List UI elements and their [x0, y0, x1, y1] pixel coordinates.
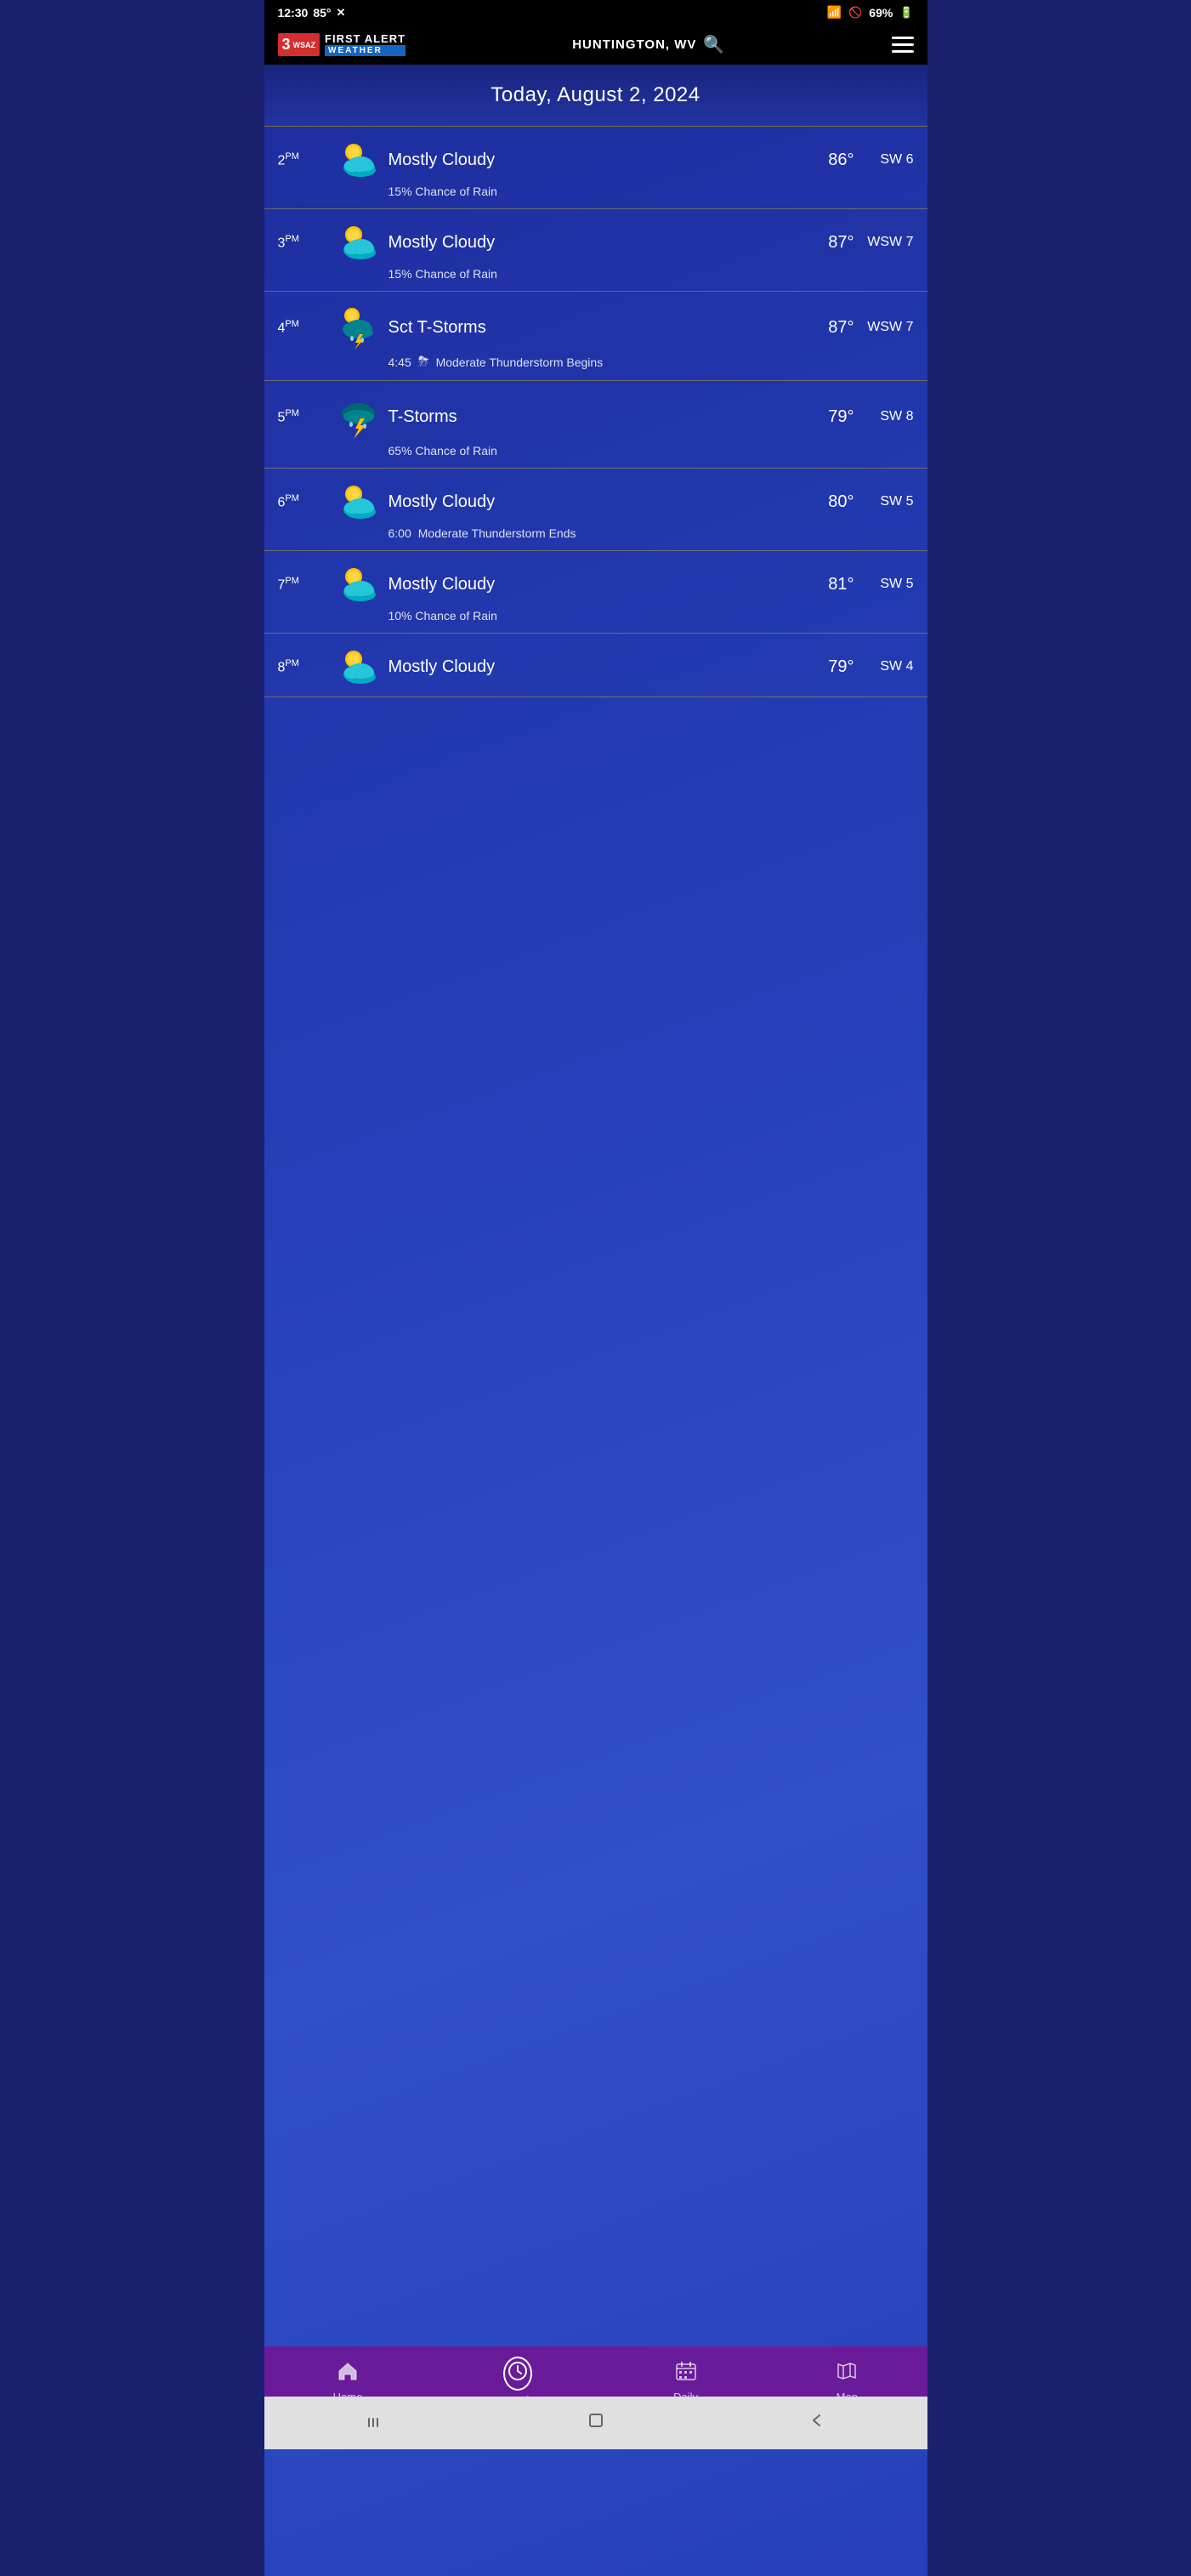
- menu-line-3: [892, 50, 914, 53]
- hourly-row-3pm: 3PM Mostly Cloudy 87° WSW 7 15% Chance o…: [264, 209, 927, 292]
- status-bar: 12:30 85° ✕ 📶 🚫 69% 🔋: [264, 0, 927, 25]
- event-icon-4pm: ⛈: [418, 355, 429, 370]
- hour-label-4pm: 4PM: [278, 319, 329, 336]
- wifi-icon: 📶: [827, 5, 842, 20]
- clock: 12:30: [278, 6, 309, 20]
- condition-6pm: Mostly Cloudy: [388, 492, 795, 512]
- status-left: 12:30 85° ✕: [278, 6, 346, 20]
- hourly-row-8pm: 8PM Mostly Cloudy 79° SW 4: [264, 634, 927, 697]
- temp-4pm: 87°: [795, 318, 854, 338]
- weather-icon-6pm: [329, 482, 388, 521]
- logo-container: 3 WSAZ FIRST ALERT WEATHER: [278, 33, 406, 56]
- location-text: HUNTINGTON, WV: [572, 37, 696, 52]
- hour-label-2pm: 2PM: [278, 151, 329, 168]
- clock-icon: [503, 2357, 532, 2391]
- weather-icon-2pm: [329, 140, 388, 179]
- wind-8pm: SW 4: [854, 659, 914, 674]
- wind-5pm: SW 8: [854, 409, 914, 424]
- hourly-row-4pm: 4PM Sct T-Storms: [264, 292, 927, 381]
- first-alert-text: FIRST ALERT: [325, 33, 406, 45]
- sub-2pm: 15% Chance of Rain: [278, 185, 914, 198]
- hour-label-3pm: 3PM: [278, 234, 329, 251]
- sub-7pm: 10% Chance of Rain: [278, 609, 914, 623]
- map-icon: [836, 2360, 858, 2387]
- condition-3pm: Mostly Cloudy: [388, 233, 795, 253]
- wind-2pm: SW 6: [854, 152, 914, 168]
- wind-3pm: WSW 7: [854, 235, 914, 250]
- app-header: 3 WSAZ FIRST ALERT WEATHER HUNTINGTON, W…: [264, 25, 927, 65]
- hourly-row-2pm: 2PM Mostly Cloudy: [264, 127, 927, 209]
- recent-apps-button[interactable]: [341, 2408, 409, 2437]
- hamburger-menu-button[interactable]: [892, 37, 914, 53]
- wind-7pm: SW 5: [854, 577, 914, 592]
- temp-8pm: 79°: [795, 657, 854, 677]
- hourly-row-7pm: 7PM Mostly Cloudy 81° SW 5 10% Chance of…: [264, 551, 927, 634]
- wind-4pm: WSW 7: [854, 320, 914, 335]
- battery-icon: 🔋: [899, 6, 913, 20]
- home-button[interactable]: [562, 2408, 630, 2437]
- weather-icon-4pm: [329, 305, 388, 350]
- weather-icon-7pm: [329, 565, 388, 604]
- hour-label-5pm: 5PM: [278, 408, 329, 425]
- condition-5pm: T-Storms: [388, 407, 795, 427]
- status-right: 📶 🚫 69% 🔋: [827, 5, 914, 20]
- condition-2pm: Mostly Cloudy: [388, 151, 795, 170]
- location-display: HUNTINGTON, WV 🔍: [572, 34, 724, 55]
- logo-text: FIRST ALERT WEATHER: [325, 33, 406, 56]
- temp-5pm: 79°: [795, 407, 854, 427]
- temp-7pm: 81°: [795, 575, 854, 594]
- weather-text: WEATHER: [325, 45, 406, 56]
- sub-5pm: 65% Chance of Rain: [278, 444, 914, 458]
- hour-label-7pm: 7PM: [278, 576, 329, 593]
- hour-label-8pm: 8PM: [278, 658, 329, 675]
- station-name: WSAZ: [293, 41, 316, 49]
- weather-content: 2PM Mostly Cloudy: [264, 127, 927, 2576]
- system-nav-bar: [264, 2397, 927, 2449]
- channel-logo: 3 WSAZ: [278, 33, 320, 56]
- hourly-row-6pm: 6PM Mostly Cloudy 80° SW 5 6:00: [264, 469, 927, 551]
- no-disturb-icon: 🚫: [848, 6, 862, 20]
- hour-label-6pm: 6PM: [278, 493, 329, 510]
- calendar-icon: [675, 2360, 697, 2387]
- condition-8pm: Mostly Cloudy: [388, 657, 795, 677]
- date-text: Today, August 2, 2024: [491, 83, 700, 106]
- temp-2pm: 86°: [795, 151, 854, 170]
- date-banner: Today, August 2, 2024: [264, 65, 927, 127]
- battery-percent: 69%: [869, 6, 893, 20]
- back-button[interactable]: [783, 2408, 851, 2437]
- event-time-4pm: 4:45: [388, 355, 411, 369]
- condition-7pm: Mostly Cloudy: [388, 575, 795, 594]
- menu-line-1: [892, 37, 914, 39]
- search-button[interactable]: 🔍: [703, 34, 724, 55]
- close-icon: ✕: [336, 6, 345, 20]
- channel-number: 3: [282, 36, 291, 54]
- hourly-row-5pm: 5PM T-Storms 79° SW 8 65% Chanc: [264, 381, 927, 469]
- event-4pm: 4:45 ⛈ Moderate Thunderstorm Begins: [278, 355, 914, 370]
- weather-icon-8pm: [329, 647, 388, 686]
- temp-6pm: 80°: [795, 492, 854, 512]
- temperature-status: 85°: [313, 6, 331, 20]
- event-6pm: 6:00 Moderate Thunderstorm Ends: [278, 526, 914, 540]
- wind-6pm: SW 5: [854, 494, 914, 509]
- weather-icon-5pm: [329, 395, 388, 439]
- event-desc-6pm: Moderate Thunderstorm Ends: [418, 526, 576, 540]
- event-desc-4pm: Moderate Thunderstorm Begins: [436, 355, 604, 369]
- temp-3pm: 87°: [795, 233, 854, 253]
- condition-4pm: Sct T-Storms: [388, 318, 795, 338]
- menu-line-2: [892, 43, 914, 46]
- event-time-6pm: 6:00: [388, 526, 411, 540]
- sub-3pm: 15% Chance of Rain: [278, 267, 914, 281]
- home-icon: [337, 2360, 359, 2387]
- weather-icon-3pm: [329, 223, 388, 262]
